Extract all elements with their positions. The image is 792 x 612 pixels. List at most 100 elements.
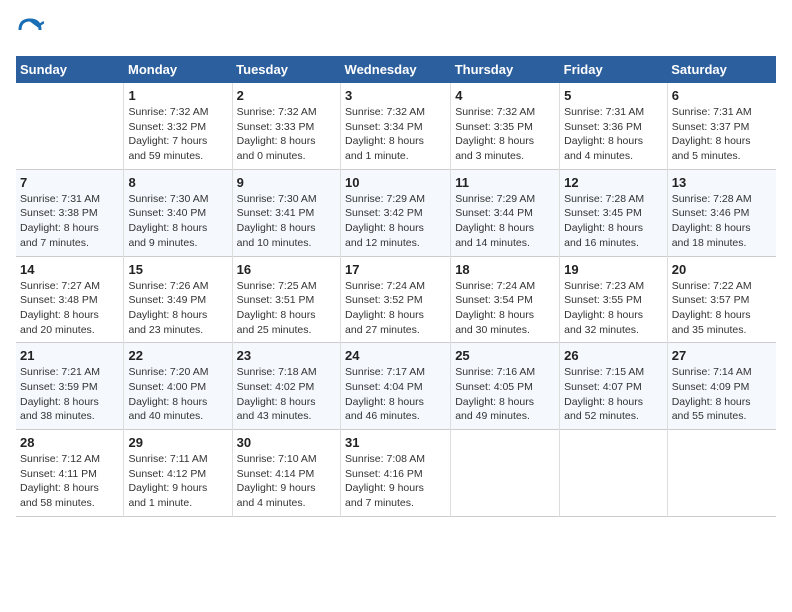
- calendar-cell: 19Sunrise: 7:23 AM Sunset: 3:55 PM Dayli…: [560, 256, 668, 343]
- day-number: 8: [128, 175, 227, 190]
- day-number: 22: [128, 348, 227, 363]
- header-friday: Friday: [560, 56, 668, 83]
- day-number: 10: [345, 175, 446, 190]
- day-number: 3: [345, 88, 446, 103]
- calendar-cell: 3 Sunrise: 7:32 AM Sunset: 3:34 PM Daylig…: [341, 83, 451, 169]
- calendar-cell: 20 Sunrise: 7:22 AM Sunset: 3:57 PM Dayli…: [667, 256, 776, 343]
- day-number: 7: [20, 175, 119, 190]
- day-number: 20: [672, 262, 772, 277]
- day-number: 16: [237, 262, 336, 277]
- calendar-cell: 16 Sunrise: 7:25 AM Sunset: 3:51 PM Dayli…: [232, 256, 340, 343]
- calendar-cell: 25 Sunrise: 7:16 AM Sunset: 4:05 PM Dayli…: [451, 343, 560, 430]
- day-number: 11: [455, 175, 555, 190]
- calendar-cell: 17 Sunrise: 7:24 AM Sunset: 3:52 PM Dayli…: [341, 256, 451, 343]
- week-row-3: 14 Sunrise: 7:27 AM Sunset: 3:48 PM Dayli…: [16, 256, 776, 343]
- day-number: 12: [564, 175, 663, 190]
- day-number: 27: [672, 348, 772, 363]
- day-info: Sunrise: 7:32 AM Sunset: 3:34 PM Dayligh…: [345, 105, 446, 164]
- day-info: Sunrise: 7:24 AM Sunset: 3:52 PM Dayligh…: [345, 279, 446, 338]
- header-sunday: Sunday: [16, 56, 124, 83]
- calendar-cell: 8 Sunrise: 7:30 AM Sunset: 3:40 PM Daylig…: [124, 169, 232, 256]
- calendar-cell: 27 Sunrise: 7:14 AM Sunset: 4:09 PM Dayli…: [667, 343, 776, 430]
- day-number: 29: [128, 435, 227, 450]
- header-monday: Monday: [124, 56, 232, 83]
- calendar-cell: 22 Sunrise: 7:20 AM Sunset: 4:00 PM Dayli…: [124, 343, 232, 430]
- day-info: Sunrise: 7:27 AM Sunset: 3:48 PM Dayligh…: [20, 279, 119, 338]
- calendar-cell: [16, 83, 124, 169]
- logo: [16, 16, 48, 44]
- calendar-cell: 28 Sunrise: 7:12 AM Sunset: 4:11 PM Dayli…: [16, 430, 124, 517]
- day-info: Sunrise: 7:21 AM Sunset: 3:59 PM Dayligh…: [20, 365, 119, 424]
- week-row-1: 1Sunrise: 7:32 AM Sunset: 3:32 PM Daylig…: [16, 83, 776, 169]
- day-number: 6: [672, 88, 772, 103]
- day-info: Sunrise: 7:08 AM Sunset: 4:16 PM Dayligh…: [345, 452, 446, 511]
- week-row-4: 21Sunrise: 7:21 AM Sunset: 3:59 PM Dayli…: [16, 343, 776, 430]
- calendar-cell: 13Sunrise: 7:28 AM Sunset: 3:46 PM Dayli…: [667, 169, 776, 256]
- calendar-cell: 31 Sunrise: 7:08 AM Sunset: 4:16 PM Dayli…: [341, 430, 451, 517]
- day-info: Sunrise: 7:26 AM Sunset: 3:49 PM Dayligh…: [128, 279, 227, 338]
- calendar-cell: 6 Sunrise: 7:31 AM Sunset: 3:37 PM Daylig…: [667, 83, 776, 169]
- day-info: Sunrise: 7:32 AM Sunset: 3:33 PM Dayligh…: [237, 105, 336, 164]
- calendar-cell: 1Sunrise: 7:32 AM Sunset: 3:32 PM Daylig…: [124, 83, 232, 169]
- calendar-cell: 11 Sunrise: 7:29 AM Sunset: 3:44 PM Dayli…: [451, 169, 560, 256]
- day-number: 26: [564, 348, 663, 363]
- calendar-cell: 9 Sunrise: 7:30 AM Sunset: 3:41 PM Daylig…: [232, 169, 340, 256]
- calendar-cell: [451, 430, 560, 517]
- day-number: 14: [20, 262, 119, 277]
- day-number: 15: [128, 262, 227, 277]
- day-number: 30: [237, 435, 336, 450]
- day-number: 2: [237, 88, 336, 103]
- day-info: Sunrise: 7:20 AM Sunset: 4:00 PM Dayligh…: [128, 365, 227, 424]
- calendar-cell: 21Sunrise: 7:21 AM Sunset: 3:59 PM Dayli…: [16, 343, 124, 430]
- calendar-cell: 10 Sunrise: 7:29 AM Sunset: 3:42 PM Dayli…: [341, 169, 451, 256]
- calendar-cell: 2 Sunrise: 7:32 AM Sunset: 3:33 PM Daylig…: [232, 83, 340, 169]
- day-number: 25: [455, 348, 555, 363]
- day-info: Sunrise: 7:14 AM Sunset: 4:09 PM Dayligh…: [672, 365, 772, 424]
- day-info: Sunrise: 7:23 AM Sunset: 3:55 PM Dayligh…: [564, 279, 663, 338]
- day-info: Sunrise: 7:30 AM Sunset: 3:41 PM Dayligh…: [237, 192, 336, 251]
- day-info: Sunrise: 7:25 AM Sunset: 3:51 PM Dayligh…: [237, 279, 336, 338]
- day-info: Sunrise: 7:28 AM Sunset: 3:45 PM Dayligh…: [564, 192, 663, 251]
- day-info: Sunrise: 7:15 AM Sunset: 4:07 PM Dayligh…: [564, 365, 663, 424]
- calendar-cell: 5Sunrise: 7:31 AM Sunset: 3:36 PM Daylig…: [560, 83, 668, 169]
- day-info: Sunrise: 7:17 AM Sunset: 4:04 PM Dayligh…: [345, 365, 446, 424]
- day-number: 18: [455, 262, 555, 277]
- calendar-cell: 30Sunrise: 7:10 AM Sunset: 4:14 PM Dayli…: [232, 430, 340, 517]
- day-number: 28: [20, 435, 119, 450]
- day-info: Sunrise: 7:12 AM Sunset: 4:11 PM Dayligh…: [20, 452, 119, 511]
- day-info: Sunrise: 7:30 AM Sunset: 3:40 PM Dayligh…: [128, 192, 227, 251]
- day-number: 1: [128, 88, 227, 103]
- day-number: 24: [345, 348, 446, 363]
- day-number: 17: [345, 262, 446, 277]
- day-info: Sunrise: 7:29 AM Sunset: 3:42 PM Dayligh…: [345, 192, 446, 251]
- calendar-cell: 15 Sunrise: 7:26 AM Sunset: 3:49 PM Dayli…: [124, 256, 232, 343]
- day-number: 4: [455, 88, 555, 103]
- calendar-cell: 7Sunrise: 7:31 AM Sunset: 3:38 PM Daylig…: [16, 169, 124, 256]
- header-tuesday: Tuesday: [232, 56, 340, 83]
- header-wednesday: Wednesday: [341, 56, 451, 83]
- calendar-cell: 26 Sunrise: 7:15 AM Sunset: 4:07 PM Dayli…: [560, 343, 668, 430]
- day-info: Sunrise: 7:11 AM Sunset: 4:12 PM Dayligh…: [128, 452, 227, 511]
- calendar-cell: [667, 430, 776, 517]
- day-info: Sunrise: 7:31 AM Sunset: 3:37 PM Dayligh…: [672, 105, 772, 164]
- day-info: Sunrise: 7:24 AM Sunset: 3:54 PM Dayligh…: [455, 279, 555, 338]
- calendar-table: SundayMondayTuesdayWednesdayThursdayFrid…: [16, 56, 776, 517]
- calendar-cell: 24 Sunrise: 7:17 AM Sunset: 4:04 PM Dayli…: [341, 343, 451, 430]
- calendar-cell: 4 Sunrise: 7:32 AM Sunset: 3:35 PM Daylig…: [451, 83, 560, 169]
- page-header: [16, 16, 776, 44]
- calendar-cell: 18 Sunrise: 7:24 AM Sunset: 3:54 PM Dayli…: [451, 256, 560, 343]
- day-info: Sunrise: 7:22 AM Sunset: 3:57 PM Dayligh…: [672, 279, 772, 338]
- day-number: 9: [237, 175, 336, 190]
- week-row-5: 28 Sunrise: 7:12 AM Sunset: 4:11 PM Dayli…: [16, 430, 776, 517]
- header-saturday: Saturday: [667, 56, 776, 83]
- logo-icon: [16, 16, 44, 44]
- calendar-cell: 14 Sunrise: 7:27 AM Sunset: 3:48 PM Dayli…: [16, 256, 124, 343]
- day-number: 31: [345, 435, 446, 450]
- day-number: 13: [672, 175, 772, 190]
- day-info: Sunrise: 7:29 AM Sunset: 3:44 PM Dayligh…: [455, 192, 555, 251]
- calendar-cell: 12 Sunrise: 7:28 AM Sunset: 3:45 PM Dayli…: [560, 169, 668, 256]
- day-info: Sunrise: 7:32 AM Sunset: 3:35 PM Dayligh…: [455, 105, 555, 164]
- week-row-2: 7Sunrise: 7:31 AM Sunset: 3:38 PM Daylig…: [16, 169, 776, 256]
- day-info: Sunrise: 7:16 AM Sunset: 4:05 PM Dayligh…: [455, 365, 555, 424]
- day-number: 23: [237, 348, 336, 363]
